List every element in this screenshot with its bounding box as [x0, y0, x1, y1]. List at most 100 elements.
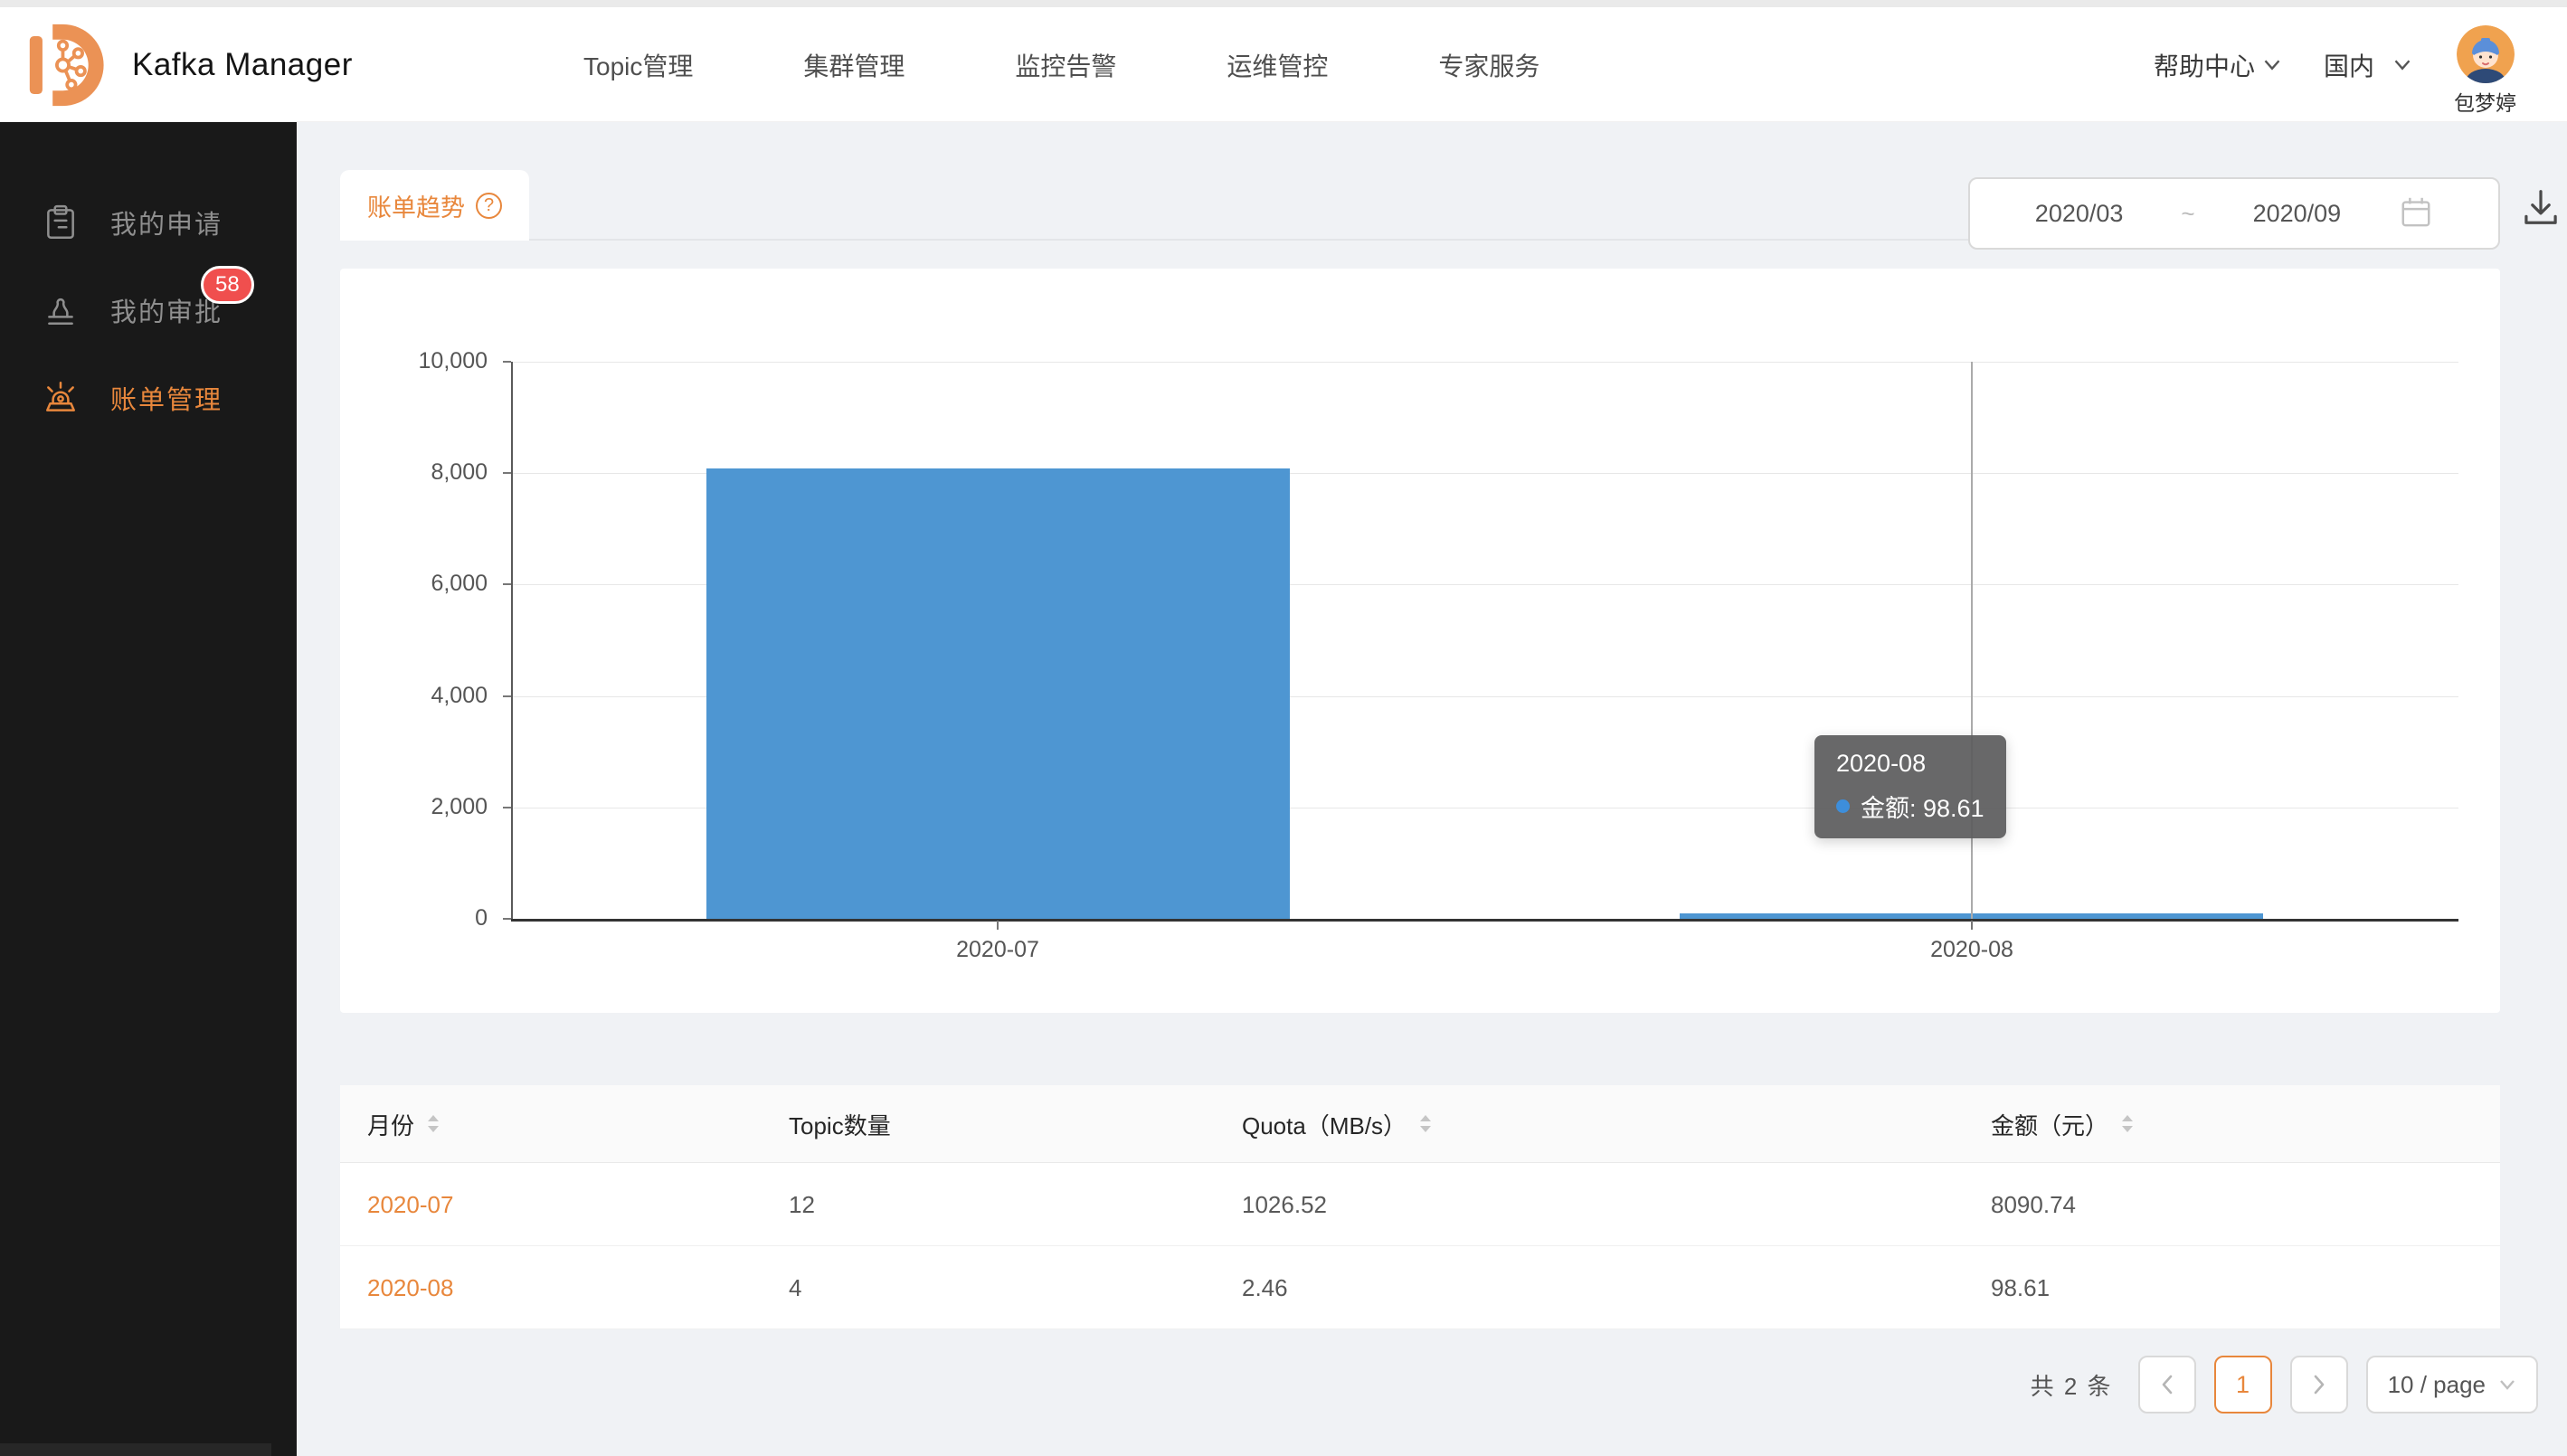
sort-icon [1418, 1114, 1433, 1134]
main-nav: Topic管理 集群管理 监控告警 运维管控 专家服务 [583, 7, 1539, 122]
region-select[interactable]: 国内 [2324, 47, 2412, 83]
table-row: 2020-08 4 2.46 98.61 [340, 1246, 2500, 1329]
month-link[interactable]: 2020-08 [367, 1246, 453, 1329]
y-axis-tick [503, 918, 511, 920]
bar-chart: 0 2,000 4,000 6,000 8,000 10,000 2020-07 2020-0… [340, 269, 2500, 1013]
y-axis-line [511, 362, 513, 919]
date-range-picker[interactable]: 2020/03 ~ 2020/09 [1968, 177, 2500, 250]
y-axis-tick [503, 361, 511, 363]
sidebar-item-1[interactable]: 我的申请 [0, 178, 297, 266]
date-start-input[interactable]: 2020/03 [2035, 200, 2124, 228]
chart-panel: 0 2,000 4,000 6,000 8,000 10,000 2020-07 2020-0… [340, 269, 2500, 1013]
sidebar: 我的申请我的审批58 账单管理 [0, 122, 297, 1456]
help-question-icon[interactable]: ? [476, 193, 502, 219]
sort-icon [426, 1114, 440, 1134]
page-size-value: 10 / page [2388, 1371, 2486, 1399]
billing-table: 月份Topic数量Quota（MB/s）金额（元） 2020-07121026.… [340, 1085, 2500, 1329]
page-1-button[interactable]: 1 [2214, 1356, 2272, 1413]
table-row: 2020-07121026.528090.74 [340, 1163, 2500, 1246]
table-cell: 12 [789, 1163, 815, 1246]
nav-item-4[interactable]: 运维管控 [1227, 47, 1328, 83]
chevron-down-icon [2498, 1378, 2516, 1391]
tab-bill-trend-label: 账单趋势 [367, 188, 465, 223]
stamp-icon [42, 291, 80, 329]
tooltip-title: 2020-08 [1836, 750, 1984, 778]
nav-right: 帮助中心 国内 [2154, 7, 2516, 122]
sidebar-item-2[interactable]: 我的审批58 [0, 266, 297, 354]
column-header-label: 月份 [367, 1108, 414, 1141]
clipboard-icon [42, 203, 80, 241]
navbar: Kafka Manager Topic管理 集群管理 监控告警 运维管控 专家服务 帮助… [0, 7, 2567, 122]
column-header-2: Topic数量 [789, 1085, 891, 1163]
nav-item-3[interactable]: 监控告警 [1015, 47, 1116, 83]
y-axis-tick [503, 472, 511, 474]
app-logo-icon [27, 21, 112, 109]
y-axis-tick [503, 583, 511, 585]
x-axis-label: 2020-08 [1881, 937, 2062, 963]
help-center-label: 帮助中心 [2154, 47, 2255, 83]
nav-item-5[interactable]: 专家服务 [1438, 47, 1539, 83]
chevron-right-icon [2310, 1373, 2328, 1396]
date-end-input[interactable]: 2020/09 [2253, 200, 2342, 228]
chart-gridline [513, 362, 2458, 363]
y-axis-label: 6,000 [340, 571, 488, 597]
sidebar-item-label: 账单管理 [110, 379, 223, 417]
chevron-down-icon [2262, 58, 2282, 71]
chevron-down-icon [2392, 58, 2412, 71]
user-name: 包梦婷 [2454, 86, 2516, 117]
sort-icon [2120, 1114, 2135, 1134]
table-cell: 4 [789, 1246, 801, 1329]
bar-2020-07[interactable] [706, 468, 1290, 919]
y-axis-tick [503, 695, 511, 697]
table-body: 2020-07121026.528090.742020-0842.4698.61 [340, 1163, 2500, 1329]
table-cell: 98.61 [1991, 1246, 2050, 1329]
next-page-button[interactable] [2290, 1356, 2348, 1413]
y-axis-label: 10,000 [340, 348, 488, 374]
column-header-3[interactable]: Quota（MB/s） [1242, 1085, 1433, 1163]
column-header-label: 金额（元） [1991, 1108, 2108, 1141]
y-axis-label: 8,000 [340, 459, 488, 486]
help-center-menu[interactable]: 帮助中心 [2154, 47, 2282, 83]
window-top-strip [0, 0, 2567, 7]
table-header: 月份 Topic数量 Quota（MB/s） 金额（元） [340, 1085, 2500, 1163]
app-title: Kafka Manager [132, 47, 353, 83]
sidebar-item-3[interactable]: 账单管理 [0, 354, 297, 441]
y-axis-label: 2,000 [340, 794, 488, 820]
prev-page-button[interactable] [2138, 1356, 2196, 1413]
x-axis-tick [997, 921, 999, 930]
brand[interactable]: Kafka Manager [27, 7, 353, 122]
nav-item-2[interactable]: 集群管理 [803, 47, 905, 83]
column-header-label: Topic数量 [789, 1108, 891, 1141]
date-range-separator: ~ [2181, 200, 2194, 228]
user-menu[interactable]: 包梦婷 [2454, 25, 2516, 117]
column-header-4[interactable]: 金额（元） [1991, 1085, 2135, 1163]
table-cell: 8090.74 [1991, 1163, 2076, 1246]
page-size-select[interactable]: 10 / page [2366, 1356, 2538, 1413]
y-axis-label: 0 [340, 905, 488, 931]
x-axis-line [511, 919, 2458, 922]
sidebar-bottom-strip [0, 1443, 271, 1456]
chart-tooltip: 2020-08 金额: 98.61 [1814, 735, 2006, 838]
x-axis-tick [1971, 921, 1973, 930]
x-axis-label: 2020-07 [907, 937, 1088, 963]
pagination: 共 2 条 1 10 / page [2031, 1356, 2538, 1413]
y-axis-tick [503, 807, 511, 808]
avatar [2457, 25, 2515, 83]
tooltip-text: 金额: 98.61 [1861, 789, 1984, 824]
tab-bill-trend[interactable]: 账单趋势 ? [340, 170, 529, 241]
notification-badge: 58 [201, 266, 254, 304]
column-header-label: Quota（MB/s） [1242, 1108, 1407, 1141]
region-label: 国内 [2324, 47, 2374, 83]
chevron-left-icon [2158, 1373, 2176, 1396]
table-cell: 2.46 [1242, 1246, 1288, 1329]
sidebar-item-label: 我的申请 [110, 203, 223, 241]
column-header-1[interactable]: 月份 [367, 1085, 440, 1163]
alarm-icon [42, 379, 80, 417]
nav-item-1[interactable]: Topic管理 [583, 47, 693, 83]
calendar-icon [2399, 194, 2433, 233]
total-count: 共 2 条 [2031, 1368, 2113, 1402]
y-axis-label: 4,000 [340, 683, 488, 709]
download-icon[interactable] [2520, 186, 2563, 230]
series-dot [1836, 799, 1850, 813]
month-link[interactable]: 2020-07 [367, 1163, 453, 1246]
